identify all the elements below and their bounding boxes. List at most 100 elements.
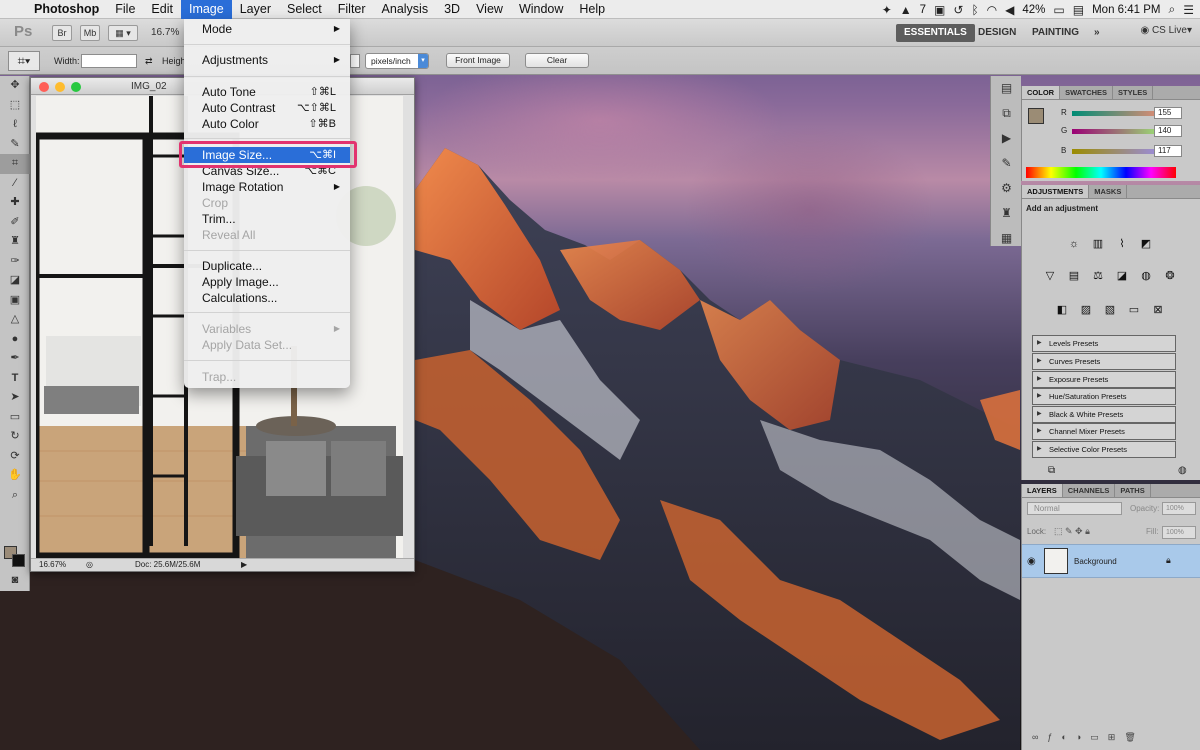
brush-tool-icon[interactable]: ✐ (0, 213, 30, 233)
minibridge-button[interactable]: Mb (80, 25, 100, 41)
menu-item-auto-contrast[interactable]: Auto Contrast ⌥⇧⌘L (184, 100, 350, 116)
flag-icon[interactable]: ▤ (1073, 3, 1084, 17)
shape-tool-icon[interactable]: ▭ (0, 408, 30, 428)
healing-brush-tool-icon[interactable]: ✚ (0, 193, 30, 213)
preset-selective-color[interactable]: Selective Color Presets (1032, 441, 1176, 458)
gradient-tool-icon[interactable]: ▣ (0, 291, 30, 311)
fill-field[interactable]: 100% (1162, 526, 1196, 539)
resolution-field[interactable] (350, 54, 360, 68)
preset-curves[interactable]: Curves Presets (1032, 353, 1176, 370)
marquee-tool-icon[interactable]: ⬚ (0, 96, 30, 116)
recording-icon[interactable]: ▣ (934, 3, 945, 17)
3d-rotate-tool-icon[interactable]: ↻ (0, 427, 30, 447)
lock-icons[interactable]: ⬚ ✎ ✥ 🔒︎ (1054, 526, 1090, 537)
swap-icon[interactable]: ⇄ (145, 56, 153, 67)
photo-filter-icon[interactable]: ◍ (1136, 267, 1156, 285)
menu-item-mode[interactable]: Mode ▶ (184, 21, 350, 37)
workspace-painting[interactable]: PAINTING (1024, 24, 1087, 42)
menu-window[interactable]: Window (511, 0, 571, 19)
menu-file[interactable]: File (107, 0, 143, 19)
bridge-button[interactable]: Br (52, 25, 72, 41)
path-selection-tool-icon[interactable]: ➤ (0, 388, 30, 408)
menu-item-apply-image[interactable]: Apply Image... (184, 274, 350, 290)
dodge-tool-icon[interactable]: ● (0, 330, 30, 350)
invert-icon[interactable]: ◧ (1052, 301, 1072, 319)
minimize-window-button[interactable] (55, 82, 65, 92)
type-tool-icon[interactable]: T (0, 369, 30, 389)
status-options-icon[interactable]: ◎ (86, 559, 93, 571)
background-color-swatch[interactable] (12, 554, 25, 567)
eraser-tool-icon[interactable]: ◪ (0, 271, 30, 291)
clip-to-layer-icon[interactable]: ⧉ (1048, 465, 1055, 476)
menu-item-adjustments[interactable]: Adjustments ▶ (184, 52, 350, 68)
dropbox-icon[interactable]: ✦ (882, 3, 892, 17)
color-balance-icon[interactable]: ⚖ (1088, 267, 1108, 285)
green-value-field[interactable]: 140 (1154, 125, 1182, 137)
menu-item-trim[interactable]: Trim... (184, 211, 350, 227)
crop-tool-icon[interactable]: ⌗ (0, 154, 30, 174)
levels-icon[interactable]: ▥ (1088, 235, 1108, 253)
menu-item-duplicate[interactable]: Duplicate... (184, 258, 350, 274)
menu-filter[interactable]: Filter (330, 0, 374, 19)
battery-icon[interactable]: ▭ (1053, 3, 1064, 17)
tab-styles[interactable]: STYLES (1113, 86, 1154, 99)
workspace-more-button[interactable]: » (1086, 24, 1108, 42)
menu-view[interactable]: View (468, 0, 511, 19)
quick-selection-tool-icon[interactable]: ✎ (0, 135, 30, 155)
vibrance-icon[interactable]: ▽ (1040, 267, 1060, 285)
brushes-panel-icon[interactable]: ✎ (991, 151, 1022, 176)
hue-saturation-icon[interactable]: ▤ (1064, 267, 1084, 285)
eyedropper-tool-icon[interactable]: ⁄ (0, 174, 30, 194)
tool-presets-icon[interactable]: ⚙ (991, 176, 1022, 201)
zoom-window-button[interactable] (71, 82, 81, 92)
menu-3d[interactable]: 3D (436, 0, 468, 19)
selective-color-icon[interactable]: ⊠ (1148, 301, 1168, 319)
battery-percent[interactable]: 42% (1022, 4, 1045, 16)
tab-paths[interactable]: PATHS (1115, 484, 1151, 497)
preset-hue-saturation[interactable]: Hue/Saturation Presets (1032, 388, 1176, 405)
notification-center-icon[interactable]: ☰ (1183, 3, 1194, 17)
eye-icon[interactable]: ◉ (1027, 556, 1036, 567)
menu-item-auto-tone[interactable]: Auto Tone ⇧⌘L (184, 84, 350, 100)
doc-zoom-level[interactable]: 16.67% (39, 559, 66, 571)
wifi-icon[interactable]: ◠ (987, 3, 997, 17)
notes-panel-icon[interactable]: ▦ (991, 226, 1022, 251)
history-panel-icon[interactable]: ⧉ (991, 101, 1022, 126)
brightness-icon[interactable]: ☼ (1064, 235, 1084, 253)
cs-live-button[interactable]: ◉ CS Live▾ (1140, 25, 1192, 36)
menu-image[interactable]: Image (180, 0, 232, 19)
blue-value-field[interactable]: 117 (1154, 145, 1182, 157)
opacity-field[interactable]: 100% (1162, 502, 1196, 515)
preset-channel-mixer[interactable]: Channel Mixer Presets (1032, 423, 1176, 440)
crop-tool-preset-icon[interactable]: ⌗▾ (8, 51, 40, 71)
menu-help[interactable]: Help (571, 0, 613, 19)
threshold-icon[interactable]: ▧ (1100, 301, 1120, 319)
spotlight-icon[interactable]: ⌕ (1169, 2, 1176, 17)
menu-item-auto-color[interactable]: Auto Color ⇧⌘B (184, 116, 350, 132)
menu-item-calculations[interactable]: Calculations... (184, 290, 350, 306)
bluetooth-icon[interactable]: ᛒ (971, 3, 978, 17)
menu-item-image-rotation[interactable]: Image Rotation ▶ (184, 179, 350, 195)
tab-channels[interactable]: CHANNELS (1063, 484, 1116, 497)
menu-layer[interactable]: Layer (232, 0, 279, 19)
tab-swatches[interactable]: SWATCHES (1060, 86, 1114, 99)
clone-stamp-tool-icon[interactable]: ♜ (0, 232, 30, 252)
width-field[interactable] (81, 54, 137, 68)
history-brush-tool-icon[interactable]: ✑ (0, 252, 30, 272)
channel-mixer-icon[interactable]: ❂ (1160, 267, 1180, 285)
menu-edit[interactable]: Edit (143, 0, 181, 19)
tab-layers[interactable]: LAYERS (1022, 484, 1063, 497)
view-extras-button[interactable]: ▦ ▾ (108, 25, 138, 41)
visibility-toggle-icon[interactable]: ◍ (1178, 465, 1187, 476)
hand-tool-icon[interactable]: ✋ (0, 466, 30, 486)
resolution-unit-select[interactable]: pixels/inch ▾ (365, 53, 429, 69)
time-machine-icon[interactable]: ↺ (953, 3, 963, 17)
quick-mask-icon[interactable]: ◙ (0, 571, 30, 591)
pen-tool-icon[interactable]: ✒ (0, 349, 30, 369)
blur-tool-icon[interactable]: △ (0, 310, 30, 330)
zoom-level[interactable]: 16.7% (151, 27, 179, 38)
workspace-design[interactable]: DESIGN (970, 24, 1024, 42)
menu-analysis[interactable]: Analysis (374, 0, 437, 19)
exposure-icon[interactable]: ◩ (1136, 235, 1156, 253)
red-value-field[interactable]: 155 (1154, 107, 1182, 119)
